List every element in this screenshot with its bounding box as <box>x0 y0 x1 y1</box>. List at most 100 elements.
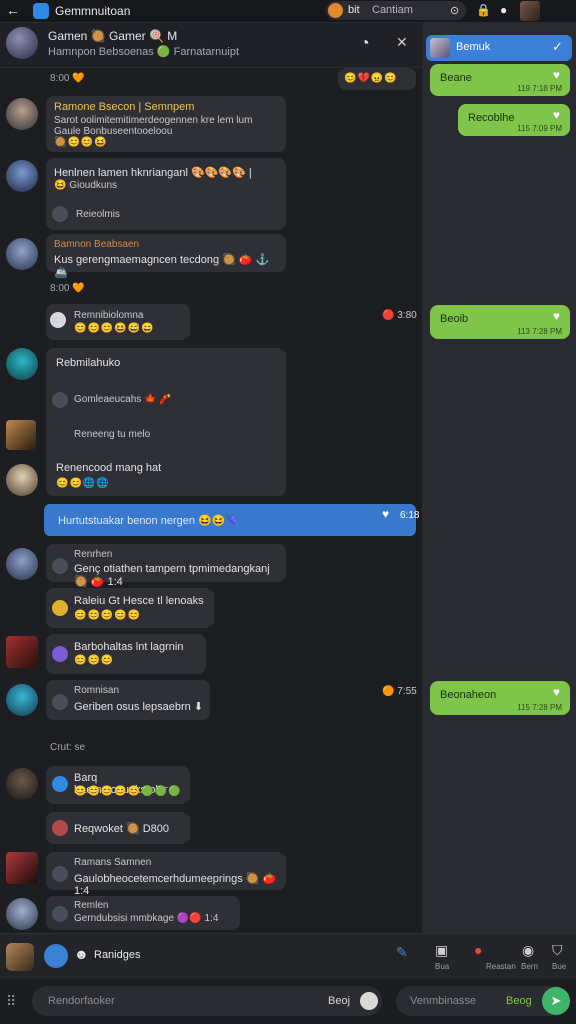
reactions: 🥘😊😊😆 <box>54 137 108 148</box>
avatar[interactable] <box>6 898 38 930</box>
message-bubble[interactable]: Romnisan Geriben osus lepsaebrn ⬇ <box>46 680 210 720</box>
avatar[interactable] <box>6 636 38 668</box>
camera-icon[interactable]: ▣ <box>435 942 448 959</box>
message-time: 113 7:28 PM <box>517 327 562 336</box>
attachment-label[interactable]: Reieolmis <box>76 209 120 220</box>
avatar-icon <box>52 646 68 662</box>
clock-icon[interactable]: ◔ <box>360 35 370 53</box>
message-text: Renencood mang hat <box>56 462 162 474</box>
my-avatar[interactable] <box>6 943 34 971</box>
message-bubble[interactable]: Reqwoket 🥘 D800 <box>46 812 190 844</box>
outgoing-message[interactable]: Recoblhe ♥ 115 7:09 PM <box>458 104 570 136</box>
message-sender: Bamnon Beabsaen <box>54 239 140 250</box>
reactions: 😊💔😠😊 <box>344 73 398 84</box>
heart-icon[interactable]: ♥ <box>553 68 560 82</box>
avatar[interactable] <box>6 768 38 800</box>
message-text: Gaulobheocetemcerhdumeeprings 🥘 🍅 1:4 <box>74 873 277 897</box>
message-bubble[interactable]: Rebmilahuko Gomleaeucahs 🍁 🧨 Reneeng tu … <box>46 348 286 496</box>
avatar[interactable] <box>6 548 38 580</box>
reactions: 😊😊😊 <box>74 655 115 666</box>
reactions: 😊😊🌐🌐 <box>56 478 110 489</box>
message-text: Gerndubsisi mmbkage 🟣🔴 1:4 <box>74 913 219 924</box>
link-icon <box>52 206 68 222</box>
message-time: 6:18 <box>400 510 420 521</box>
message-text: Hurtutstuakar benon nergen 😆😆🌂 <box>58 515 240 527</box>
message-bubble[interactable]: Raleiu Gt Hesce tl lenoaks 😊😊😊😊😊 <box>46 588 214 628</box>
message-sender: Rebmilahuko <box>56 357 121 369</box>
avatar-icon <box>52 600 68 616</box>
message-bubble[interactable]: Remnibiolomna 😊😊😊😆😅😄 <box>46 304 190 340</box>
back-arrow-icon[interactable]: ← <box>6 2 20 18</box>
account-pill[interactable]: bit Cantiam ⊙ <box>326 1 466 20</box>
avatar-icon <box>52 558 68 574</box>
chat-title: Gamen 🥘 Gamer 🍭 M <box>48 29 178 43</box>
avatar-icon <box>50 312 66 328</box>
app-icon <box>33 3 49 19</box>
compose-icon[interactable]: ✎ <box>396 944 408 961</box>
message-text: Gaule Bonbuseentooeloou <box>54 126 173 137</box>
input-suffix: Beog <box>506 995 532 1007</box>
message-text: Kus gerengmaemagncen tecdong 🥘 🍅 ⚓ 🚢 <box>54 254 270 279</box>
action-bar: ☻ Ranidges ✎ ▣ Bua ● Reastan ◉ Bern ⛉ Bu… <box>0 933 576 979</box>
bell-icon[interactable]: ● <box>500 3 507 17</box>
message-bubble[interactable]: Ramone Bsecon | Semnpem Sarot oolimitemi… <box>46 96 286 152</box>
reaction-caption: Reastan <box>486 962 516 971</box>
side-panel-header[interactable]: Bemuk ✓ <box>426 35 572 61</box>
top-bar: ← Gemmnuitoan bit Cantiam ⊙ 🔒 ● <box>0 0 576 23</box>
message-text: Gomleaeucahs 🍁 🧨 <box>74 394 172 405</box>
avatar[interactable] <box>6 348 38 380</box>
check-icon[interactable]: ✓ <box>552 39 563 55</box>
action-label[interactable]: Ranidges <box>94 949 140 961</box>
message-bubble[interactable]: Ramans Samnen Gaulobheocetemcerhdumeepri… <box>46 852 286 897</box>
avatar-icon <box>52 694 68 710</box>
message-bubble[interactable]: Remlen Gerndubsisi mmbkage 🟣🔴 1:4 <box>46 896 240 930</box>
pill-label: bit <box>348 4 360 16</box>
avatar[interactable] <box>6 420 36 450</box>
reaction-strip[interactable]: 😊💔😠😊 <box>338 68 416 90</box>
chat-subtitle: Hamnpon Bebsoenas 🟢 Farnatarnuipt <box>48 46 240 58</box>
send-icon[interactable]: ➤ <box>542 987 570 1015</box>
message-bubble[interactable]: Barq haemmonuekstolor 😊😊😊😊😊🟢🟢🟢 <box>46 766 190 804</box>
shield-caption: Bue <box>552 962 567 971</box>
avatar[interactable] <box>6 160 38 192</box>
smile-icon[interactable]: ☻ <box>74 946 89 962</box>
outgoing-message[interactable]: Beoib ♥ 113 7:28 PM <box>430 305 570 339</box>
composer: ⠿ Rendorfaoker Beoj Venmbinasse Beog ➤ <box>0 979 576 1024</box>
avatar-icon <box>52 906 68 922</box>
message-text: Sarot oolimitemitimerdeogennen kre lem l… <box>54 115 253 126</box>
message-bubble[interactable]: Henlnen lamen hknrianganl 🎨🎨🎨🎨 | 😆 Gioud… <box>46 158 286 230</box>
message-bubble[interactable]: Bamnon Beabsaen Kus gerengmaemagncen tec… <box>46 234 286 279</box>
apps-grid-icon[interactable]: ⠿ <box>6 993 16 1010</box>
avatar[interactable] <box>6 98 38 130</box>
heart-icon[interactable]: ♥ <box>553 108 560 122</box>
camera-caption: Bua <box>435 962 450 971</box>
close-icon[interactable]: ✕ <box>396 34 408 51</box>
heart-icon[interactable]: ♥ <box>553 309 560 323</box>
outgoing-message[interactable]: Beane ♥ 119 7:18 PM <box>430 64 570 96</box>
heart-icon[interactable]: ♥ <box>553 685 560 699</box>
message-sender: Romnisan <box>74 685 120 696</box>
avatar[interactable] <box>6 684 38 716</box>
circle-icon[interactable]: ◉ <box>522 942 534 959</box>
message-bubble[interactable]: Renrhen Genç otiathen tampern tpmimedang… <box>46 544 286 588</box>
day-separator: 8:00 🧡 <box>50 283 85 294</box>
user-avatar[interactable] <box>520 1 540 21</box>
shield-icon[interactable]: ⛉ <box>552 942 563 959</box>
heart-icon[interactable]: ♥ <box>382 507 389 521</box>
message-sender: Remlen <box>74 900 109 911</box>
avatar[interactable] <box>6 852 38 884</box>
outgoing-message[interactable]: Beonaheon ♥ 115 7:28 PM <box>430 681 570 715</box>
group-avatar[interactable] <box>6 27 38 59</box>
target-icon[interactable]: ⊙ <box>450 4 459 17</box>
emoji-icon[interactable] <box>360 992 378 1010</box>
status-icon[interactable] <box>44 944 68 968</box>
reaction-icon[interactable]: ● <box>474 942 482 958</box>
side-panel-title: Bemuk <box>456 41 491 53</box>
day-separator: 8:00 🧡 <box>50 73 85 84</box>
avatar[interactable] <box>6 238 38 270</box>
avatar[interactable] <box>6 464 38 496</box>
lock-icon[interactable]: 🔒 <box>476 3 491 17</box>
highlighted-message[interactable]: Hurtutstuakar benon nergen 😆😆🌂 ♥ 6:18 <box>44 504 420 536</box>
message-input[interactable]: Rendorfaoker Beoj <box>32 986 382 1016</box>
message-bubble[interactable]: Barbohaltas lnt lagrnin 😊😊😊 <box>46 634 206 674</box>
